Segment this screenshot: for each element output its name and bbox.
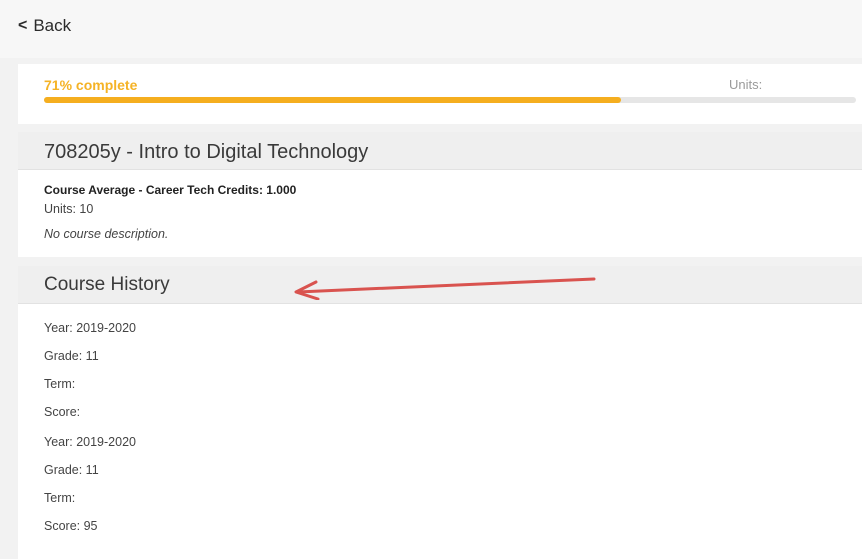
history-grade: Grade: 11 [44, 463, 99, 477]
back-label: Back [33, 16, 72, 35]
course-units: Units: 10 [44, 202, 94, 216]
chevron-left-icon: < [18, 17, 28, 34]
history-term: Term: [44, 491, 76, 505]
top-bar: < Back [0, 0, 862, 58]
history-year: Year: 2019-2020 [44, 321, 136, 335]
course-title: 708205y - Intro to Digital Technology [18, 132, 862, 170]
course-card: 708205y - Intro to Digital Technology Co… [18, 132, 862, 257]
history-score: Score: [44, 405, 81, 419]
history-score: Score: 95 [44, 519, 98, 533]
progress-track [44, 97, 856, 103]
course-description: No course description. [44, 227, 169, 241]
course-history-card: Course History Year: 2019-2020 Grade: 11… [18, 266, 862, 559]
history-term: Term: [44, 377, 76, 391]
history-year: Year: 2019-2020 [44, 435, 136, 449]
history-grade: Grade: 11 [44, 349, 99, 363]
progress-card: 71% complete Units: [18, 64, 862, 124]
progress-fill [44, 97, 621, 103]
back-button[interactable]: < Back [18, 16, 71, 36]
annotation-arrow-icon [294, 277, 596, 300]
progress-label: 71% complete [44, 77, 138, 93]
course-average: Course Average - Career Tech Credits: 1.… [44, 183, 297, 197]
units-label: Units: [729, 77, 763, 92]
